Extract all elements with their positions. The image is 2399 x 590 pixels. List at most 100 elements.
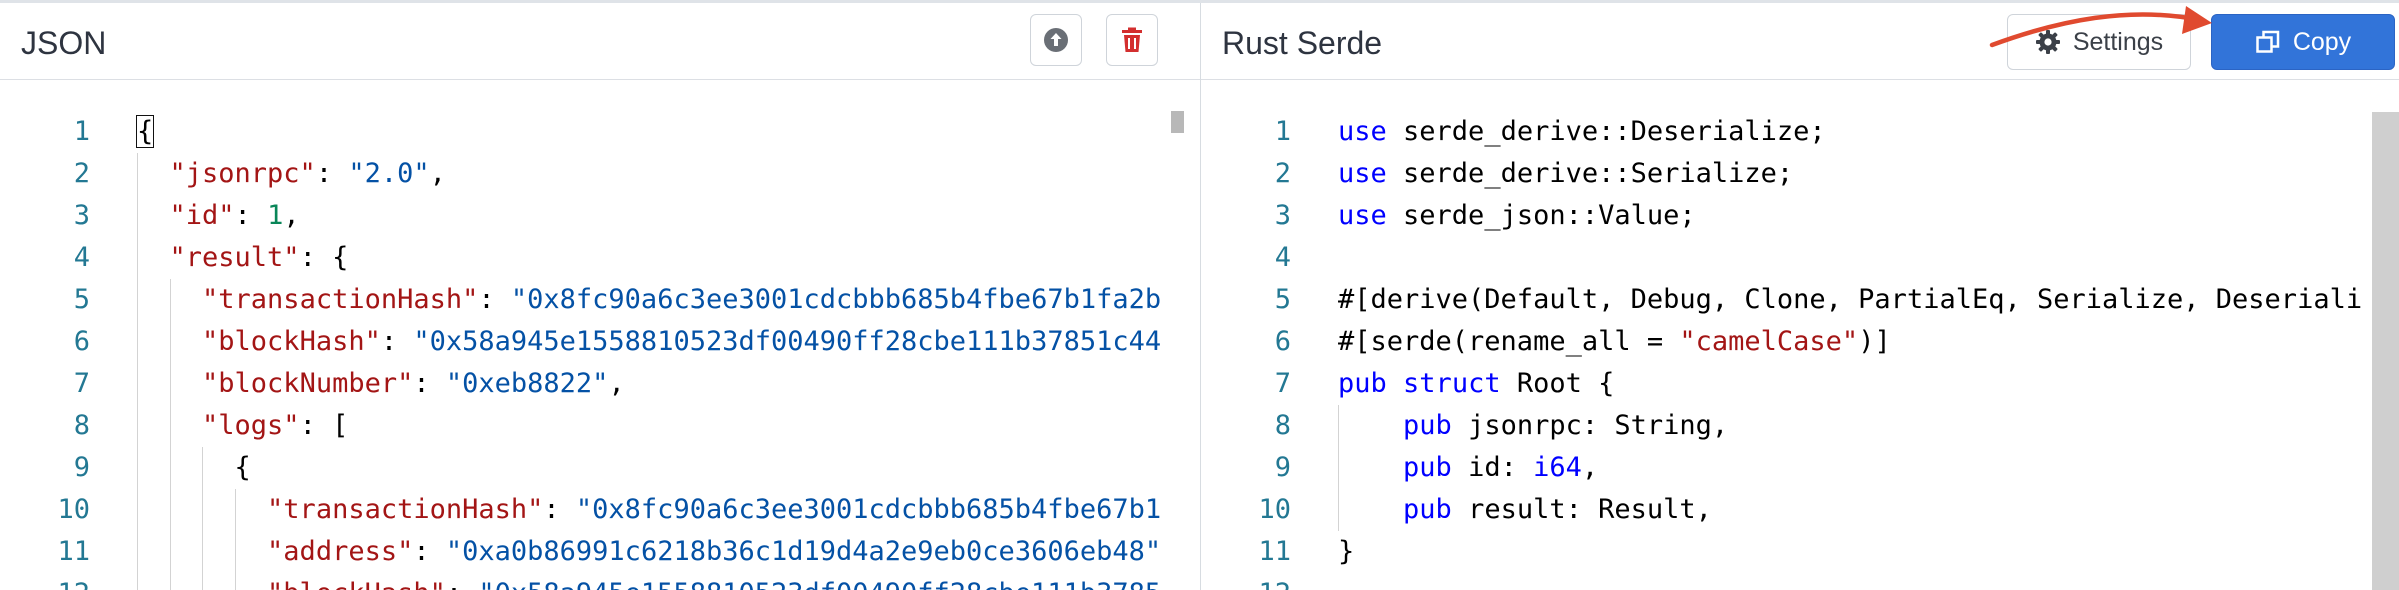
indent-guide: [202, 531, 203, 573]
indent-guide: [1338, 489, 1339, 531]
code-line: pub result: Result,: [1338, 489, 2399, 531]
line-number: 7: [73, 368, 90, 399]
code-token: "0x58a945e1558810523df00490ff28cbe111b37…: [478, 578, 1161, 590]
indent-guide: [1338, 447, 1339, 489]
json-panel-header: JSON: [0, 3, 1200, 80]
indent-guide: [1338, 405, 1339, 447]
code-line: "transactionHash": "0x8fc90a6c3ee3001cdc…: [137, 279, 1200, 321]
code-token: "0xa0b86991c6218b36c1d19d4a2e9eb0ce3606e…: [445, 536, 1162, 567]
code-token: ,: [429, 158, 446, 189]
copy-label: Copy: [2292, 27, 2352, 56]
code-token: "address": [267, 536, 414, 567]
indent-guide: [234, 531, 236, 573]
line-number: 9: [73, 452, 90, 483]
rust-code[interactable]: use serde_derive::Deserialize; use serde_…: [1338, 111, 2399, 590]
code-token: "blockHash": [202, 326, 381, 357]
line-number: 8: [1274, 410, 1291, 441]
indent-guide: [137, 237, 138, 279]
code-token: :: [315, 158, 349, 189]
code-token: "0x8fc90a6c3ee3001cdcbbb685b4fbe67b1: [575, 494, 1162, 525]
code-token: #[derive(Default, Debug, Clone, PartialE…: [1338, 284, 2363, 315]
line-number: 9: [1274, 452, 1291, 483]
code-line: #[derive(Default, Debug, Clone, PartialE…: [1338, 279, 2399, 321]
code-token: pub: [1403, 410, 1452, 441]
code-token: "transactionHash": [267, 494, 544, 525]
line-number: 3: [1274, 200, 1291, 231]
code-token: pub: [1403, 494, 1452, 525]
indent-guide: [234, 489, 236, 531]
code-token: use: [1338, 116, 1387, 147]
upload-circle-icon: [1044, 28, 1068, 52]
line-number: 10: [57, 494, 90, 525]
code-token: "2.0": [348, 158, 430, 189]
code-line: "blockNumber": "0xeb8822",: [137, 363, 1200, 405]
code-token: "transactionHash": [202, 284, 479, 315]
upload-button[interactable]: [1030, 14, 1082, 66]
rust-scrollbar[interactable]: [2372, 112, 2399, 590]
code-token: struct: [1403, 368, 1501, 399]
settings-label: Settings: [2072, 27, 2164, 56]
delete-button[interactable]: [1106, 14, 1158, 66]
code-token: "blockHash": [267, 578, 446, 590]
code-token: "0x8fc90a6c3ee3001cdcbbb685b4fbe67b1fa2b: [510, 284, 1162, 315]
code-token: :: [413, 536, 446, 567]
code-token: "blockNumber": [202, 368, 414, 399]
code-token: :: [380, 326, 414, 357]
code-line: pub jsonrpc: String,: [1338, 405, 2399, 447]
indent-guide: [169, 279, 171, 321]
rust-line-numbers: 123456789101112: [1201, 111, 1291, 590]
indent-guide: [169, 363, 171, 405]
line-number: 1: [1274, 116, 1291, 147]
code-token: jsonrpc: String,: [1451, 410, 1729, 441]
code-token: serde_derive::Deserialize;: [1386, 116, 1826, 147]
code-token: ,: [608, 368, 625, 399]
indent-guide: [234, 573, 236, 590]
code-token: pub: [1403, 452, 1452, 483]
code-token: }: [1338, 536, 1355, 567]
code-token: "logs": [202, 410, 300, 441]
copy-icon: [2256, 30, 2280, 53]
code-token: ,: [1581, 452, 1599, 483]
code-line: pub struct Root {: [1338, 363, 2399, 405]
line-number: 4: [1274, 242, 1291, 273]
code-token: #[serde(rename_all =: [1338, 326, 1680, 357]
json-line-numbers: 123456789101112: [0, 111, 90, 590]
line-number: 11: [1258, 536, 1291, 567]
line-number: 2: [73, 158, 90, 189]
code-token: : {: [299, 242, 349, 273]
copy-button[interactable]: Copy: [2211, 14, 2395, 70]
indent-guide: [137, 153, 138, 195]
rust-panel: Rust Serde Settings Copy 12345 6 7 8 9 1…: [1201, 3, 2399, 590]
line-number: 12: [0, 573, 90, 590]
indent-guide: [137, 279, 138, 321]
line-number: 7: [1274, 368, 1291, 399]
rust-editor[interactable]: 123456789101112 use serde_derive::Deseri…: [1201, 80, 2399, 590]
code-token: )]: [1858, 326, 1891, 357]
gear-icon: [2035, 30, 2060, 54]
settings-button[interactable]: Settings: [2007, 14, 2191, 70]
code-line: {: [137, 447, 1200, 489]
json-scrollbar-thumb[interactable]: [1171, 111, 1184, 133]
indent-guide: [169, 573, 171, 590]
rust-panel-header: Rust Serde Settings Copy: [1201, 3, 2399, 80]
line-number: 1: [73, 116, 90, 147]
indent-guide: [137, 321, 138, 363]
code-token: use: [1338, 158, 1387, 189]
code-line: "jsonrpc": "2.0",: [137, 153, 1200, 195]
indent-guide: [169, 489, 171, 531]
code-token: "result": [169, 242, 300, 273]
code-token: "0xeb8822": [445, 368, 609, 399]
indent-guide: [202, 489, 203, 531]
code-token: serde_json::Value;: [1386, 200, 1696, 231]
code-token: {: [135, 115, 155, 148]
json-panel: JSON 123456789101112 { "jsonrpc": "2.0",…: [0, 3, 1200, 590]
json-code[interactable]: { "jsonrpc": "2.0", "id": 1, "result": {…: [135, 111, 1200, 590]
line-number: 12: [1201, 573, 1291, 590]
json-editor[interactable]: 123456789101112 { "jsonrpc": "2.0", "id"…: [0, 80, 1200, 590]
